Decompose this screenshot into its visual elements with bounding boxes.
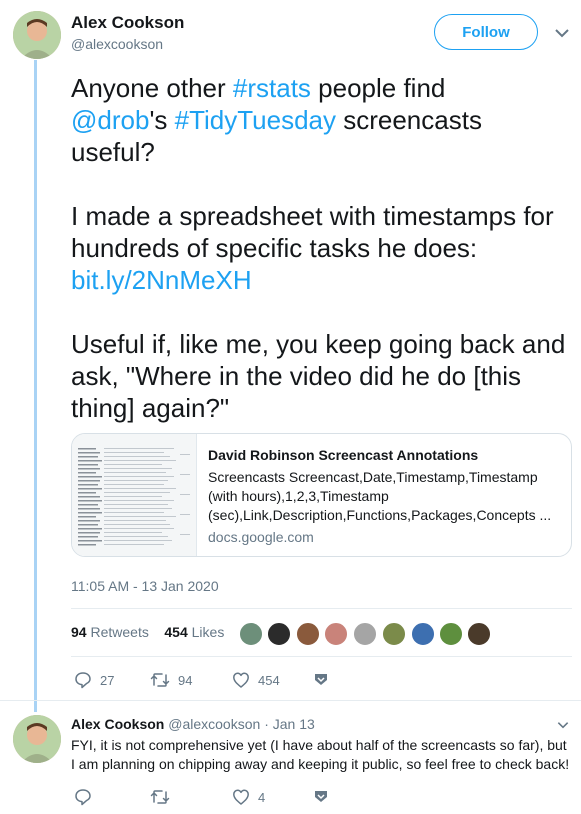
retweet-button[interactable]: 94 bbox=[150, 671, 192, 689]
hashtag-tidytuesday[interactable]: #TidyTuesday bbox=[175, 105, 336, 135]
engagement-stats: 94 Retweets 454 Likes bbox=[71, 624, 224, 640]
author-handle[interactable]: @alexcookson bbox=[71, 36, 163, 52]
tweet-text: Anyone other #rstats people find @drob's… bbox=[71, 72, 571, 456]
heart-icon bbox=[233, 672, 249, 688]
retweets-count: 94 bbox=[71, 624, 87, 640]
card-domain: docs.google.com bbox=[208, 529, 314, 545]
divider bbox=[71, 608, 572, 609]
reply-author-name[interactable]: Alex Cookson bbox=[71, 716, 164, 732]
reply-count: 27 bbox=[100, 672, 115, 688]
likes-label: Likes bbox=[191, 624, 225, 640]
reply-reply-button[interactable] bbox=[74, 788, 100, 806]
reply-bookmark-button[interactable] bbox=[312, 788, 338, 806]
liker-avatar[interactable] bbox=[466, 621, 492, 647]
divider bbox=[71, 656, 572, 657]
liker-avatar[interactable] bbox=[323, 621, 349, 647]
heart-icon bbox=[233, 789, 249, 805]
reply-retweet-button[interactable] bbox=[150, 788, 178, 806]
avatar[interactable] bbox=[13, 11, 61, 59]
retweet-count: 94 bbox=[178, 672, 193, 688]
reply-icon bbox=[75, 672, 91, 689]
card-thumbnail bbox=[72, 434, 197, 556]
likes-stat[interactable]: 454 Likes bbox=[164, 624, 224, 640]
reply-avatar[interactable] bbox=[13, 715, 61, 763]
reply-button[interactable]: 27 bbox=[74, 671, 114, 689]
tweet-text-segment: I made a spreadsheet with timestamps for… bbox=[71, 201, 554, 263]
liker-avatar[interactable] bbox=[238, 621, 264, 647]
liker-avatar[interactable] bbox=[438, 621, 464, 647]
thread-line bbox=[34, 60, 37, 712]
retweet-icon bbox=[150, 673, 170, 687]
tweet-timestamp[interactable]: 11:05 AM - 13 Jan 2020 bbox=[71, 578, 219, 594]
tweet-text-segment: people find bbox=[310, 73, 446, 103]
likes-count: 454 bbox=[164, 624, 188, 640]
retweets-stat[interactable]: 94 Retweets bbox=[71, 624, 149, 640]
liker-avatar[interactable] bbox=[381, 621, 407, 647]
mention-drob[interactable]: @drob bbox=[71, 105, 149, 135]
tweet-text-segment: Useful if, like me, you keep going back … bbox=[71, 329, 566, 423]
reply-header: Alex Cookson @alexcookson · Jan 13 bbox=[71, 716, 315, 732]
chevron-down-icon[interactable] bbox=[556, 718, 570, 732]
reply-like-button[interactable]: 4 bbox=[232, 788, 265, 806]
author-name[interactable]: Alex Cookson bbox=[71, 13, 184, 33]
liker-avatar[interactable] bbox=[352, 621, 378, 647]
bookmark-icon bbox=[315, 791, 327, 802]
reply-like-count: 4 bbox=[258, 789, 266, 805]
chevron-down-icon[interactable] bbox=[553, 24, 571, 42]
liker-avatar[interactable] bbox=[410, 621, 436, 647]
tweet-text-segment: Anyone other bbox=[71, 73, 233, 103]
hashtag-rstats[interactable]: #rstats bbox=[233, 73, 311, 103]
like-count: 454 bbox=[258, 672, 280, 688]
reply-icon bbox=[75, 789, 91, 806]
follow-button[interactable]: Follow bbox=[434, 14, 538, 50]
link-card[interactable]: David Robinson Screencast Annotations Sc… bbox=[71, 433, 572, 557]
retweets-label: Retweets bbox=[90, 624, 149, 640]
retweet-icon bbox=[150, 790, 170, 804]
card-title: David Robinson Screencast Annotations bbox=[208, 447, 479, 463]
shortlink[interactable]: bit.ly/2NnMeXH bbox=[71, 265, 252, 295]
tweet-text-segment: 's bbox=[149, 105, 175, 135]
bookmark-icon bbox=[315, 674, 327, 685]
liker-avatar[interactable] bbox=[295, 621, 321, 647]
card-description: Screencasts Screencast,Date,Timestamp,Ti… bbox=[208, 469, 552, 523]
divider bbox=[0, 700, 581, 701]
reply-text: FYI, it is not comprehensive yet (I have… bbox=[71, 737, 570, 772]
like-button[interactable]: 454 bbox=[232, 671, 280, 689]
bookmark-button[interactable] bbox=[312, 671, 338, 689]
reply-date[interactable]: · Jan 13 bbox=[264, 716, 315, 732]
liker-avatar[interactable] bbox=[266, 621, 292, 647]
reply-author-handle[interactable]: @alexcookson bbox=[168, 716, 260, 732]
